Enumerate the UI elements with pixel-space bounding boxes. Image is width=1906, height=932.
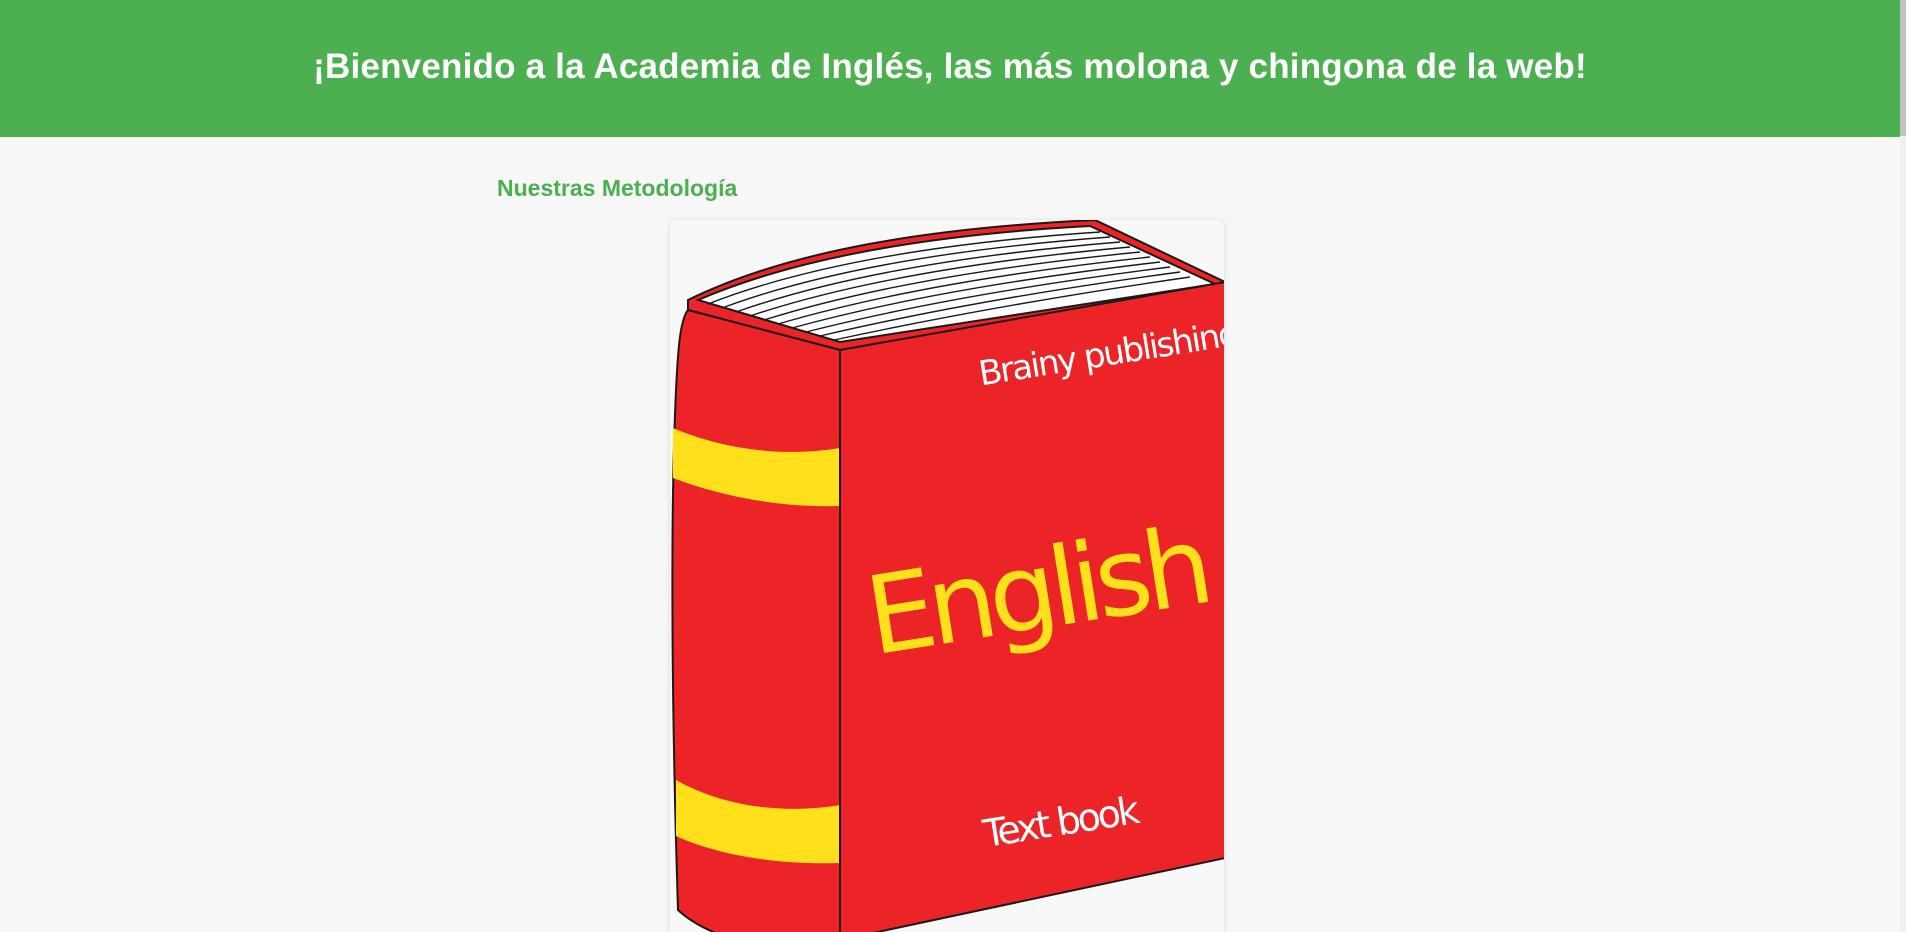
english-textbook-image: Brainy publishing English Text book bbox=[671, 220, 1224, 932]
site-header: ¡Bienvenido a la Academia de Inglés, las… bbox=[0, 0, 1900, 137]
page-viewport: ¡Bienvenido a la Academia de Inglés, las… bbox=[0, 0, 1906, 932]
section-title: Nuestras Metodología bbox=[497, 175, 738, 201]
methodology-card: Brainy publishing English Text book bbox=[670, 220, 1224, 932]
scrollbar-thumb[interactable] bbox=[1900, 0, 1906, 136]
scrollbar-track[interactable] bbox=[1900, 0, 1906, 932]
page-title: ¡Bienvenido a la Academia de Inglés, las… bbox=[313, 46, 1587, 86]
